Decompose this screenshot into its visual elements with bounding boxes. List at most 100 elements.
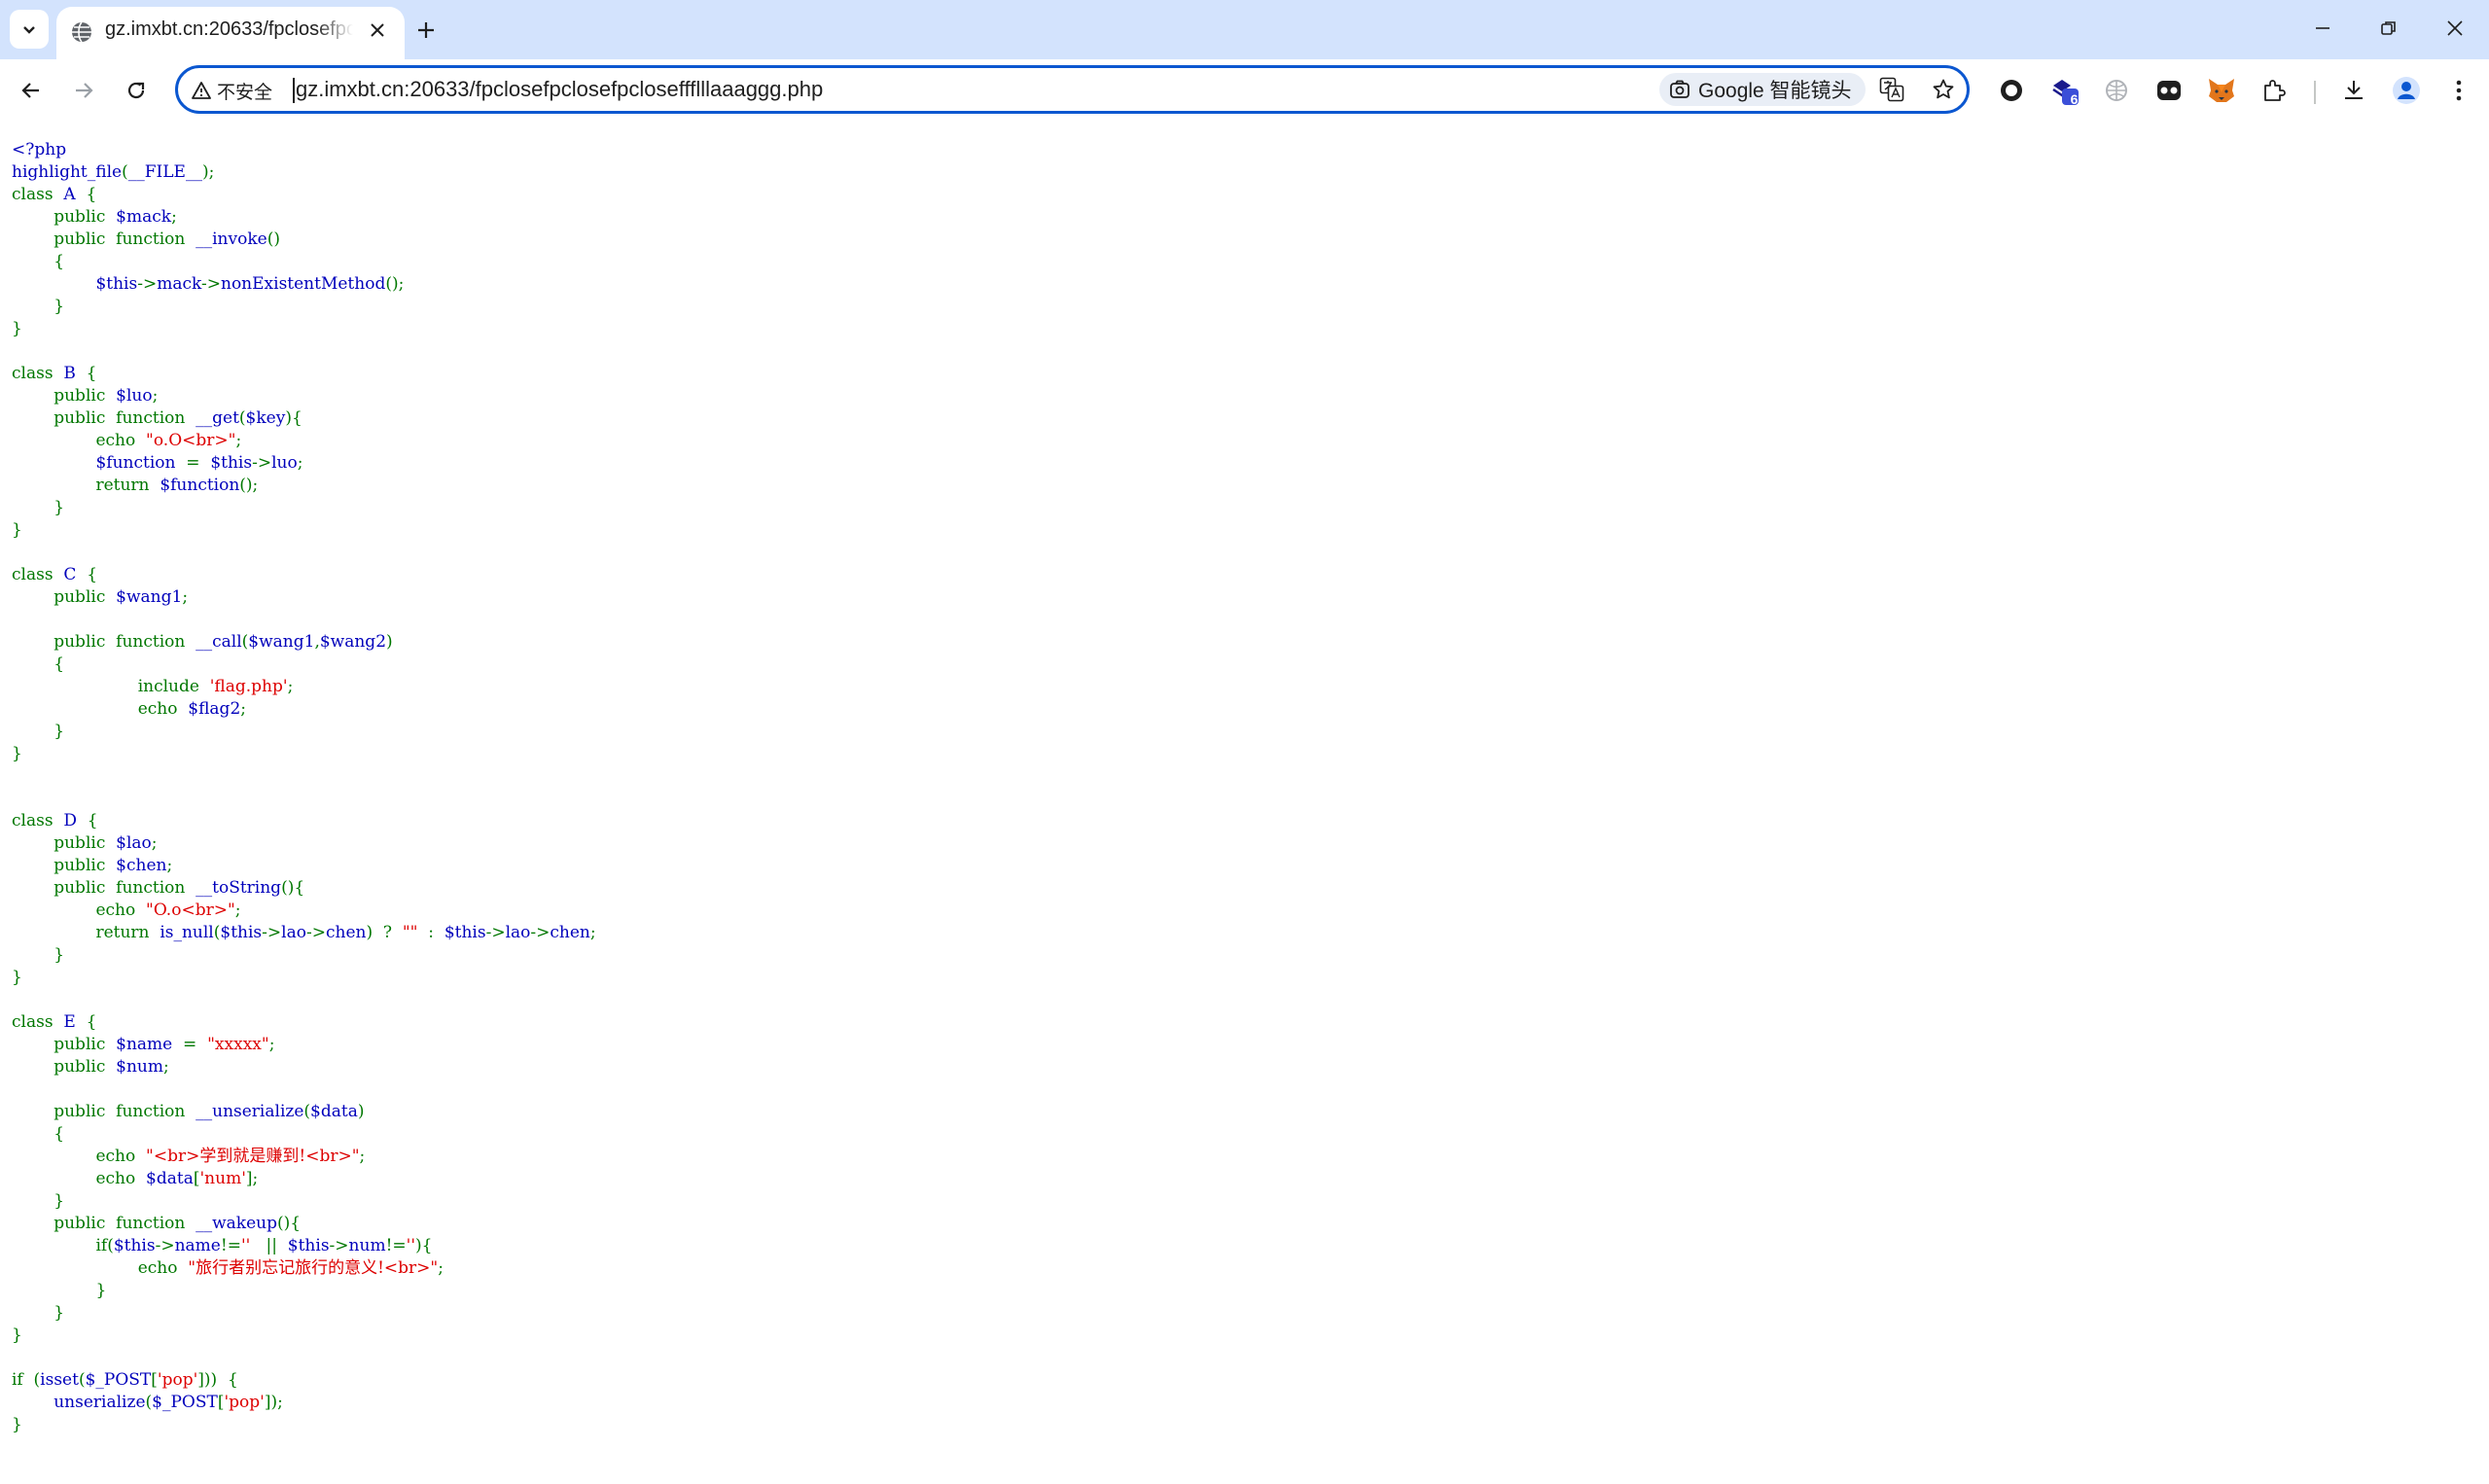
bookmark-star-button[interactable] [1927, 73, 1960, 106]
code-token: __wakeup [196, 1214, 278, 1233]
code-token: public [12, 1057, 117, 1077]
browser-menu-button[interactable] [2437, 69, 2480, 112]
lens-icon [1670, 80, 1689, 98]
minimize-button[interactable] [2290, 0, 2356, 56]
code-token: class [12, 185, 64, 204]
code-token: } [12, 945, 65, 965]
code-token: ; [166, 856, 173, 875]
code-token: { [86, 185, 97, 204]
code-token: public [12, 207, 117, 227]
code-token: != [220, 1236, 241, 1255]
code-line: echo "旅行者别忘记旅行的意义!<br>"; [12, 1257, 596, 1280]
code-token: ])) { [197, 1370, 238, 1390]
tab-search-button[interactable] [10, 10, 49, 49]
code-token: -> [329, 1236, 349, 1255]
code-line: } [12, 1190, 596, 1213]
code-token: if( [12, 1236, 114, 1255]
code-line: } [12, 967, 596, 989]
code-token: -> [262, 923, 282, 942]
globe-icon [72, 21, 91, 43]
code-token: 'pop' [224, 1393, 265, 1412]
extensions-menu-button[interactable] [2253, 69, 2295, 112]
code-line: } [12, 1280, 596, 1302]
minimize-icon [2316, 27, 2329, 29]
code-line: } [12, 1302, 596, 1325]
code-line: public function __invoke() [12, 229, 596, 251]
code-token: luo [271, 453, 298, 473]
extension-badge-button[interactable]: 6 [2043, 69, 2085, 112]
code-token: chen [325, 923, 367, 942]
code-token: $num [116, 1057, 163, 1077]
code-token: { [87, 811, 98, 830]
code-token: || [255, 1236, 288, 1255]
code-token: -> [137, 274, 158, 294]
code-token: { [86, 1012, 97, 1032]
code-token: ; [171, 207, 177, 227]
code-token: $luo [116, 386, 153, 406]
code-line: } [12, 743, 596, 765]
globe-grid-icon [2106, 80, 2127, 101]
code-token: 'flag.php' [209, 677, 288, 696]
download-icon [2345, 81, 2363, 99]
code-token: $this [220, 923, 263, 942]
downloads-button[interactable] [2332, 69, 2375, 112]
profile-button[interactable] [2385, 69, 2428, 112]
google-lens-button[interactable]: Google 智能镜头 [1659, 73, 1866, 106]
code-token: ; [438, 1258, 444, 1278]
code-token: { [86, 364, 97, 383]
code-token: ; [240, 699, 246, 719]
code-token: $mack [116, 207, 172, 227]
window-close-icon [2447, 20, 2463, 36]
code-token: { [12, 654, 65, 674]
reload-button[interactable] [115, 69, 158, 112]
code-token: ); [201, 162, 215, 182]
extension-fox-button[interactable] [2200, 69, 2243, 112]
code-line: echo $data['num']; [12, 1168, 596, 1190]
code-token: ; [182, 587, 189, 607]
forward-icon [76, 83, 93, 98]
code-token: class [12, 1012, 64, 1032]
forward-button[interactable] [62, 69, 105, 112]
code-token: lao [281, 923, 306, 942]
code-token: } [12, 1191, 65, 1211]
php-source-code: <?php highlight_file(__FILE__); class A { … [12, 139, 596, 1436]
extension-circle-button[interactable] [1990, 69, 2033, 112]
security-chip[interactable]: 不安全 [184, 73, 284, 108]
code-token: public [12, 1035, 117, 1054]
warning-icon [192, 82, 211, 99]
code-token: ; [235, 431, 242, 450]
code-line: } [12, 497, 596, 519]
active-tab[interactable]: gz.imxbt.cn:20633/fpclosefpclosefpclosef… [56, 7, 405, 59]
back-button[interactable] [10, 69, 53, 112]
code-token: $chen [116, 856, 167, 875]
translate-icon [1879, 77, 1904, 102]
url-text[interactable]: gz.imxbt.cn:20633/fpclosefpclosefpclosef… [293, 68, 823, 111]
code-token: ; [359, 1147, 366, 1166]
tab-close-button[interactable] [366, 18, 389, 42]
code-token: $_POST [85, 1370, 152, 1390]
code-line: class C { [12, 564, 596, 586]
extension-mask-button[interactable] [2148, 69, 2190, 112]
new-tab-button[interactable] [409, 13, 444, 48]
reload-icon [127, 82, 145, 99]
code-line: class E { [12, 1011, 596, 1034]
code-line: } [12, 944, 596, 967]
extension-globe-button[interactable] [2095, 69, 2138, 112]
menu-icon [2456, 80, 2462, 101]
code-line: public function __unserialize($data) [12, 1101, 596, 1123]
code-token: $function [12, 453, 187, 473]
code-token: E [63, 1012, 87, 1032]
restore-button[interactable] [2356, 0, 2422, 56]
code-token: 'pop' [157, 1370, 198, 1390]
back-icon [21, 83, 39, 98]
address-bar[interactable]: 不安全 gz.imxbt.cn:20633/fpclosefpclosefpcl… [175, 65, 1970, 114]
code-token: $this [444, 923, 486, 942]
code-line: public $num; [12, 1056, 596, 1078]
code-token: public [12, 833, 117, 853]
window-close-button[interactable] [2422, 0, 2488, 56]
code-token: } [12, 1415, 22, 1434]
code-line: class D { [12, 810, 596, 832]
translate-button[interactable] [1875, 73, 1908, 106]
